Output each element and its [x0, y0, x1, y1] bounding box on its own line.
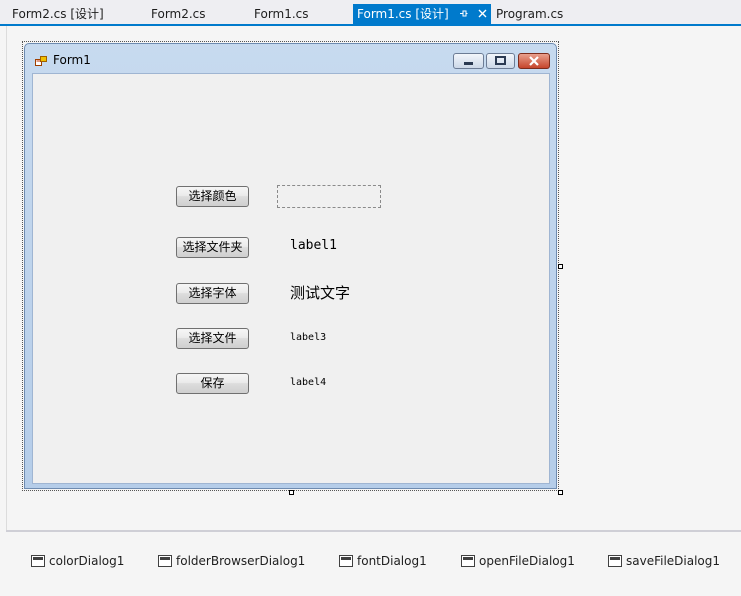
- close-icon[interactable]: [476, 4, 488, 25]
- resize-handle-right[interactable]: [558, 264, 563, 269]
- label1: label1: [290, 238, 337, 253]
- tray-item-open-file-dialog[interactable]: openFileDialog1: [461, 554, 575, 572]
- select-font-button[interactable]: 选择字体: [176, 283, 249, 304]
- save-file-dialog-icon: [608, 555, 622, 567]
- tab-form2-code[interactable]: Form2.cs: [147, 4, 210, 25]
- tray-item-label: fontDialog1: [357, 554, 427, 568]
- tab-form1-design[interactable]: Form1.cs [设计]: [353, 4, 491, 25]
- color-preview-panel: [277, 185, 381, 208]
- tray-item-font-dialog[interactable]: fontDialog1: [339, 554, 427, 572]
- tab-label: Form1.cs [设计]: [357, 7, 449, 21]
- open-file-dialog-icon: [461, 555, 475, 567]
- tray-item-color-dialog[interactable]: colorDialog1: [31, 554, 124, 572]
- select-color-button[interactable]: 选择颜色: [176, 186, 249, 207]
- select-file-button[interactable]: 选择文件: [176, 328, 249, 349]
- form-titlebar: Form1: [25, 44, 556, 72]
- folder-browser-dialog-icon: [158, 555, 172, 567]
- label3: label3: [290, 332, 327, 343]
- resize-handle-bottom-right[interactable]: [558, 490, 563, 495]
- tab-form1-code[interactable]: Form1.cs: [250, 4, 313, 25]
- select-folder-button[interactable]: 选择文件夹: [176, 237, 249, 258]
- tray-item-label: folderBrowserDialog1: [176, 554, 306, 568]
- form-client-area: [32, 73, 550, 484]
- color-dialog-icon: [31, 555, 45, 567]
- minimize-button[interactable]: [453, 53, 484, 69]
- maximize-icon: [495, 56, 506, 65]
- close-button[interactable]: [518, 53, 550, 69]
- document-tab-strip: Form2.cs [设计] Form2.cs Form1.cs Form1.cs…: [0, 0, 741, 26]
- tray-item-label: colorDialog1: [49, 554, 125, 568]
- tray-item-label: openFileDialog1: [479, 554, 575, 568]
- form-window[interactable]: Form1: [24, 43, 557, 489]
- maximize-button[interactable]: [486, 53, 515, 69]
- font-sample-label: 测试文字: [290, 284, 351, 302]
- label4: label4: [290, 377, 327, 388]
- pin-icon[interactable]: [458, 4, 470, 25]
- font-dialog-icon: [339, 555, 353, 567]
- tab-form2-design[interactable]: Form2.cs [设计]: [8, 4, 108, 25]
- close-x-icon: [529, 56, 539, 66]
- form-app-icon: [35, 55, 47, 66]
- resize-handle-bottom[interactable]: [289, 490, 294, 495]
- tab-program-code[interactable]: Program.cs: [492, 4, 567, 25]
- tray-item-label: saveFileDialog1: [626, 554, 721, 568]
- component-tray: colorDialog1 folderBrowserDialog1 fontDi…: [6, 530, 741, 596]
- tray-item-folder-browser-dialog[interactable]: folderBrowserDialog1: [158, 554, 305, 572]
- tray-item-save-file-dialog[interactable]: saveFileDialog1: [608, 554, 720, 572]
- minimize-icon: [464, 62, 473, 65]
- form-title: Form1: [53, 53, 91, 67]
- save-button[interactable]: 保存: [176, 373, 249, 394]
